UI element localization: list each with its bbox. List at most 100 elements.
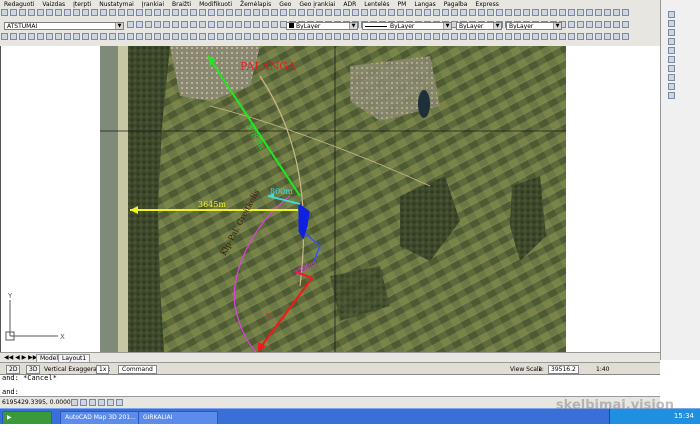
toolbar-icon-button[interactable] bbox=[325, 33, 332, 40]
menu-item[interactable]: Braižti bbox=[168, 1, 195, 8]
toolbar-icon-button[interactable] bbox=[559, 33, 566, 40]
snap-toggle[interactable] bbox=[71, 399, 78, 406]
toolbar-icon-button[interactable] bbox=[577, 33, 584, 40]
grid-toggle[interactable] bbox=[80, 399, 87, 406]
toolbar-icon-button[interactable] bbox=[109, 9, 116, 16]
toolbar-icon-button[interactable] bbox=[442, 33, 449, 40]
toolbar-icon-button[interactable] bbox=[370, 9, 377, 16]
toolbar-icon-button[interactable] bbox=[73, 33, 80, 40]
toolbar-icon-button[interactable] bbox=[307, 33, 314, 40]
toolbar-icon-button[interactable] bbox=[208, 33, 215, 40]
toolbar-icon-button[interactable] bbox=[253, 33, 260, 40]
toolbar-icon-button[interactable] bbox=[19, 9, 26, 16]
toolbar-icon-button[interactable] bbox=[208, 21, 215, 28]
color-dropdown[interactable]: ByLayer ▼ bbox=[286, 22, 358, 30]
vert-exag-input[interactable]: 1x bbox=[96, 365, 110, 374]
toolbar-icon-button[interactable] bbox=[361, 33, 368, 40]
toolbar-icon-button[interactable] bbox=[1, 9, 8, 16]
toolbar-icon-button[interactable] bbox=[145, 33, 152, 40]
plotstyle-dropdown[interactable]: ByLayer ▼ bbox=[506, 22, 562, 30]
chevron-down-icon[interactable]: ▼ bbox=[115, 23, 123, 29]
toolbar-icon-button[interactable] bbox=[523, 33, 530, 40]
toolbar-icon-button[interactable] bbox=[586, 21, 593, 28]
toolbar-icon-button[interactable] bbox=[316, 33, 323, 40]
toolbar-icon-button[interactable] bbox=[325, 9, 332, 16]
mode-3d-button[interactable]: 3D bbox=[26, 365, 41, 374]
menu-item[interactable]: Redaguoti bbox=[0, 1, 38, 8]
tool-button[interactable] bbox=[668, 11, 675, 18]
toolbar-icon-button[interactable] bbox=[199, 9, 206, 16]
toolbar-icon-button[interactable] bbox=[352, 33, 359, 40]
toolbar-icon-button[interactable] bbox=[244, 21, 251, 28]
toolbar-icon-button[interactable] bbox=[19, 33, 26, 40]
toolbar-icon-button[interactable] bbox=[73, 9, 80, 16]
osnap-toggle[interactable] bbox=[107, 399, 114, 406]
toolbar-icon-button[interactable] bbox=[568, 9, 575, 16]
tool-button[interactable] bbox=[668, 20, 675, 27]
toolbar-icon-button[interactable] bbox=[82, 9, 89, 16]
toolbar-icon-button[interactable] bbox=[172, 21, 179, 28]
menu-item[interactable]: Langas bbox=[410, 1, 439, 8]
toolbar-icon-button[interactable] bbox=[10, 9, 17, 16]
toolbar-icon-button[interactable] bbox=[586, 9, 593, 16]
tab-nav-icons[interactable]: ◀◀ ◀ ▶ ▶▶ bbox=[4, 354, 37, 361]
toolbar-icon-button[interactable] bbox=[298, 33, 305, 40]
toolbar-icon-button[interactable] bbox=[235, 33, 242, 40]
toolbar-icon-button[interactable] bbox=[541, 33, 548, 40]
menu-item[interactable]: Modifikuoti bbox=[195, 1, 236, 8]
toolbar-icon-button[interactable] bbox=[226, 21, 233, 28]
toolbar-icon-button[interactable] bbox=[334, 9, 341, 16]
toolbar-icon-button[interactable] bbox=[370, 33, 377, 40]
toolbar-icon-button[interactable] bbox=[235, 9, 242, 16]
toolbar-icon-button[interactable] bbox=[532, 33, 539, 40]
toolbar-icon-button[interactable] bbox=[145, 9, 152, 16]
menu-item[interactable]: Vaizdas bbox=[38, 1, 69, 8]
toolbar-icon-button[interactable] bbox=[478, 33, 485, 40]
menu-item[interactable]: Geo įrankiai bbox=[295, 1, 339, 8]
polar-toggle[interactable] bbox=[98, 399, 105, 406]
toolbar-icon-button[interactable] bbox=[37, 9, 44, 16]
toolbar-icon-button[interactable] bbox=[10, 33, 17, 40]
tool-button[interactable] bbox=[668, 47, 675, 54]
toolbar-icon-button[interactable] bbox=[604, 9, 611, 16]
menu-item[interactable]: Express bbox=[471, 1, 502, 8]
aerial-map[interactable]: PALANGA 3782m 800m 3645m 2390m Klp-Pal. … bbox=[100, 46, 566, 352]
toolbar-icon-button[interactable] bbox=[145, 21, 152, 28]
toolbar-icon-button[interactable] bbox=[622, 21, 629, 28]
toolbar-icon-button[interactable] bbox=[433, 33, 440, 40]
toolbar-icon-button[interactable] bbox=[577, 9, 584, 16]
toolbar-icon-button[interactable] bbox=[100, 9, 107, 16]
toolbar-icon-button[interactable] bbox=[568, 21, 575, 28]
toolbar-icon-button[interactable] bbox=[496, 33, 503, 40]
toolbar-icon-button[interactable] bbox=[163, 9, 170, 16]
toolbar-icon-button[interactable] bbox=[622, 33, 629, 40]
toolbar-icon-button[interactable] bbox=[181, 21, 188, 28]
otrack-toggle[interactable] bbox=[116, 399, 123, 406]
toolbar-icon-button[interactable] bbox=[487, 9, 494, 16]
toolbar-icon-button[interactable] bbox=[604, 33, 611, 40]
toolbar-icon-button[interactable] bbox=[55, 9, 62, 16]
toolbar-icon-button[interactable] bbox=[460, 9, 467, 16]
toolbar-icon-button[interactable] bbox=[172, 33, 179, 40]
toolbar-icon-button[interactable] bbox=[271, 9, 278, 16]
toolbar-icon-button[interactable] bbox=[415, 33, 422, 40]
layer-dropdown[interactable]: ATSTUMAI ▼ bbox=[4, 22, 124, 30]
toolbar-icon-button[interactable] bbox=[127, 33, 134, 40]
toolbar-icon-button[interactable] bbox=[487, 33, 494, 40]
toolbar-icon-button[interactable] bbox=[190, 21, 197, 28]
toolbar-icon-button[interactable] bbox=[496, 9, 503, 16]
toolbar-icon-button[interactable] bbox=[478, 9, 485, 16]
toolbar-icon-button[interactable] bbox=[379, 9, 386, 16]
toolbar-icon-button[interactable] bbox=[613, 33, 620, 40]
toolbar-icon-button[interactable] bbox=[181, 33, 188, 40]
toolbar-icon-button[interactable] bbox=[451, 9, 458, 16]
toolbar-icon-button[interactable] bbox=[379, 33, 386, 40]
toolbar-icon-button[interactable] bbox=[406, 33, 413, 40]
toolbar-icon-button[interactable] bbox=[424, 33, 431, 40]
toolbar-icon-button[interactable] bbox=[586, 33, 593, 40]
menu-item[interactable]: Lentelės bbox=[360, 1, 393, 8]
toolbar-icon-button[interactable] bbox=[595, 33, 602, 40]
toolbar-icon-button[interactable] bbox=[190, 33, 197, 40]
ortho-toggle[interactable] bbox=[89, 399, 96, 406]
toolbar-icon-button[interactable] bbox=[469, 33, 476, 40]
